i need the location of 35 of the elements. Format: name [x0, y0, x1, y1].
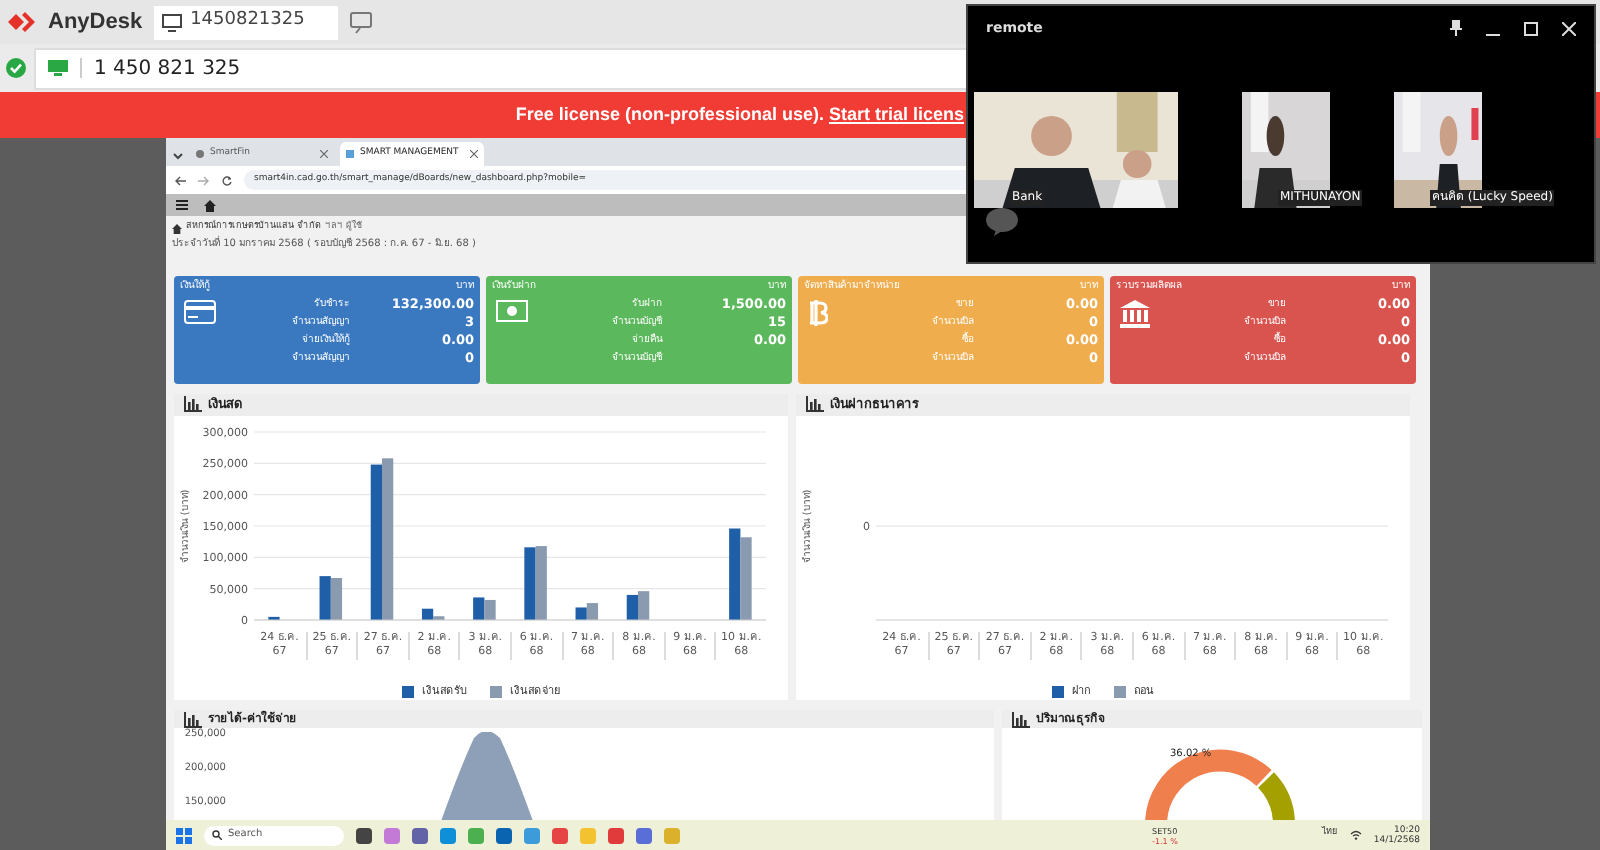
- home-icon[interactable]: [204, 199, 216, 211]
- area-chart-drawing: [440, 732, 534, 820]
- bar-chart-icon: [806, 396, 824, 413]
- bar-chart-icon: [184, 711, 202, 727]
- app-logo-icon: [8, 12, 36, 32]
- monitor-icon: [48, 60, 68, 76]
- banknote-icon: [496, 299, 528, 321]
- bank-building-icon: [1120, 299, 1150, 327]
- remote-address: 1 450 821 325: [94, 55, 241, 83]
- maximize-icon[interactable]: [1524, 21, 1538, 35]
- session-tab[interactable]: 1450821325: [154, 5, 339, 39]
- bar-chart-icon: [1012, 711, 1030, 727]
- license-notice: Free license (non-professional use).: [515, 101, 826, 128]
- reload-icon[interactable]: [222, 175, 232, 185]
- search-icon: [212, 830, 222, 840]
- bar-chart-icon: [184, 396, 202, 413]
- chat-bubble-icon: [986, 208, 1018, 236]
- menu-icon[interactable]: [176, 200, 188, 210]
- start-icon[interactable]: [176, 827, 192, 843]
- wifi-icon[interactable]: [1349, 830, 1362, 840]
- new-session-icon[interactable]: [350, 11, 375, 33]
- legend-swatch: [402, 685, 414, 698]
- credit-card-icon: [184, 299, 216, 323]
- close-icon[interactable]: [1562, 21, 1576, 35]
- start-trial-link[interactable]: Start trial licens: [828, 101, 964, 129]
- legend-swatch: [490, 685, 502, 698]
- bitcoin-icon: [808, 299, 828, 325]
- monitor-icon: [162, 13, 183, 31]
- close-tab-icon[interactable]: [470, 150, 478, 158]
- app-name: AnyDesk: [48, 8, 143, 36]
- home-icon: [172, 223, 182, 234]
- back-arrow-icon[interactable]: [174, 175, 186, 185]
- connected-check-icon: [6, 58, 26, 78]
- close-tab-icon[interactable]: [320, 150, 328, 158]
- pin-icon[interactable]: [1450, 20, 1462, 36]
